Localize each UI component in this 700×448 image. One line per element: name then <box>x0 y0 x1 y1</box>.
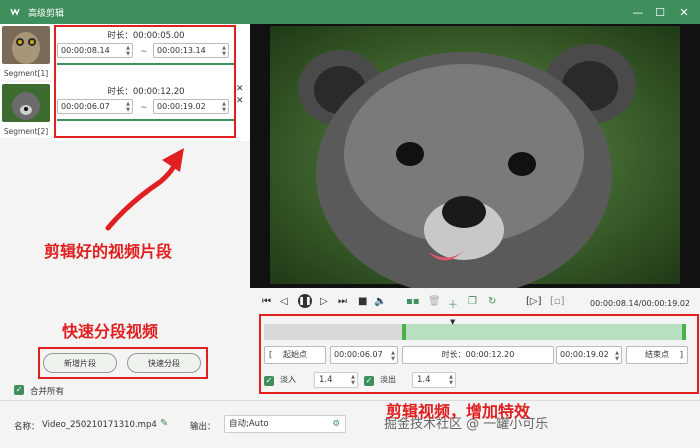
copy-icon[interactable]: ❐ <box>468 296 477 307</box>
segment-sidebar: Segment[1] Segment[2] 时长：00:00:05.00 00:… <box>0 24 250 400</box>
output-path-value: 自动;Auto <box>229 419 269 429</box>
trim-duration: 时长：00:00:12.20 <box>402 346 554 364</box>
fade-out-input[interactable]: 1.4 ▲ ▼ <box>412 372 456 388</box>
set-start-button[interactable]: [起始点 <box>264 346 326 364</box>
timeline-track[interactable]: ▼ <box>264 318 686 340</box>
segment-thumbnail-2[interactable]: Segment[2] <box>0 82 52 138</box>
spinner-icon[interactable]: ▲ ▼ <box>391 350 395 362</box>
annotation-box-segments <box>54 25 236 138</box>
video-frame-image <box>270 26 680 296</box>
trim-start-input[interactable]: 00:00:06.07 ▲ ▼ <box>330 346 398 364</box>
annotation-effects-note: 剪辑视频，增加特效 <box>386 402 531 421</box>
fade-in-value: 1.4 <box>319 375 333 385</box>
spinner-icon[interactable]: ▲ ▼ <box>615 350 619 362</box>
file-name: Video_250210171310.mp4 <box>42 420 157 430</box>
output-label: 输出： <box>190 422 216 432</box>
segment-label: Segment[2] <box>3 127 49 136</box>
fade-in-label: 淡入 <box>280 375 296 384</box>
footer-bar: 名称： Video_250210171310.mp4 ✎ 输出： 自动;Auto… <box>0 400 700 448</box>
delete-icon[interactable]: 🗑 <box>428 296 441 307</box>
name-label: 名称： <box>14 422 40 432</box>
step-back-icon[interactable]: ◁ <box>280 296 288 307</box>
spinner-icon[interactable]: ▲ ▼ <box>351 374 355 386</box>
step-forward-icon[interactable]: ▷ <box>320 296 328 307</box>
skip-to-end-icon[interactable]: ⏭ <box>338 296 347 307</box>
split-icon[interactable]: ▪▪ <box>406 296 420 307</box>
time-readout: 00:00:08.14/00:00:19.02 <box>590 299 690 308</box>
fade-out-label: 淡出 <box>380 375 396 384</box>
trim-controls: [起始点 00:00:06.07 ▲ ▼ 时长：00:00:12.20 00:00:… <box>264 346 688 364</box>
segment-close-icon[interactable]: ✕ <box>236 84 244 94</box>
merge-all-checkbox[interactable]: ✓ <box>14 385 24 395</box>
quick-split-button[interactable]: 快速分段 <box>127 353 201 373</box>
add-icon[interactable]: ＋ <box>448 296 458 311</box>
fade-in-checkbox[interactable]: ✓ <box>264 376 274 386</box>
stop-icon[interactable]: ■ <box>358 296 367 307</box>
annotation-split-note: 快速分段视频 <box>62 322 159 341</box>
volume-icon[interactable]: 🔈 <box>374 296 386 307</box>
set-end-button[interactable]: 结束点] <box>626 346 688 364</box>
playhead-icon[interactable]: ▼ <box>450 318 455 326</box>
mark-in-out-icon[interactable]: [▷] <box>526 296 542 307</box>
annotation-arrow-icon <box>105 148 184 231</box>
reset-icon[interactable]: ↻ <box>488 296 496 307</box>
fade-out-value: 1.4 <box>417 375 431 385</box>
trim-end-value: 00:00:19.02 <box>560 350 609 359</box>
fade-out-checkbox[interactable]: ✓ <box>364 376 374 386</box>
close-icon[interactable]: ✕ <box>676 4 692 20</box>
segment-thumbnail-1[interactable]: Segment[1] <box>0 24 52 80</box>
output-path-field[interactable]: 自动;Auto ⚙ <box>224 415 346 433</box>
merge-all-label: 合并所有 <box>30 387 65 397</box>
segment-thumbnail-image <box>2 26 50 64</box>
title-bar: 高级剪辑 — ☐ ✕ <box>0 0 700 24</box>
edit-name-icon[interactable]: ✎ <box>160 418 168 429</box>
maximize-icon[interactable]: ☐ <box>652 4 668 20</box>
settings-gear-icon[interactable]: ⚙ <box>332 416 340 432</box>
trim-end-input[interactable]: 00:00:19.02 ▲ ▼ <box>556 346 622 364</box>
set-end-label: 结束点 <box>645 350 669 359</box>
pause-button[interactable]: ❚❚ <box>298 294 312 308</box>
video-preview[interactable] <box>250 24 700 296</box>
segment-thumbnail-image <box>2 84 50 122</box>
add-segment-button[interactable]: 新增片段 <box>43 353 117 373</box>
fit-icon[interactable]: [▫] <box>550 296 565 307</box>
minimize-icon[interactable]: — <box>630 4 646 20</box>
app-logo-icon <box>8 5 22 19</box>
trim-start-value: 00:00:06.07 <box>334 350 383 359</box>
timeline-selection[interactable] <box>402 324 686 340</box>
editing-panel: ⏮ ◁ ❚❚ ▷ ⏭ ■ 🔈 ▪▪ 🗑 ＋ ❐ ↻ [▷] [▫] 00:00:… <box>250 288 700 400</box>
segment-label: Segment[1] <box>3 69 49 78</box>
segment-delete-icon[interactable]: ✕ <box>236 96 244 106</box>
annotation-segments-note: 剪辑好的视频片段 <box>44 242 173 261</box>
fade-in-input[interactable]: 1.4 ▲ ▼ <box>314 372 358 388</box>
spinner-icon[interactable]: ▲ ▼ <box>449 374 453 386</box>
skip-to-start-icon[interactable]: ⏮ <box>262 296 271 307</box>
window-title: 高级剪辑 <box>28 8 65 19</box>
set-start-label: 起始点 <box>283 350 307 359</box>
